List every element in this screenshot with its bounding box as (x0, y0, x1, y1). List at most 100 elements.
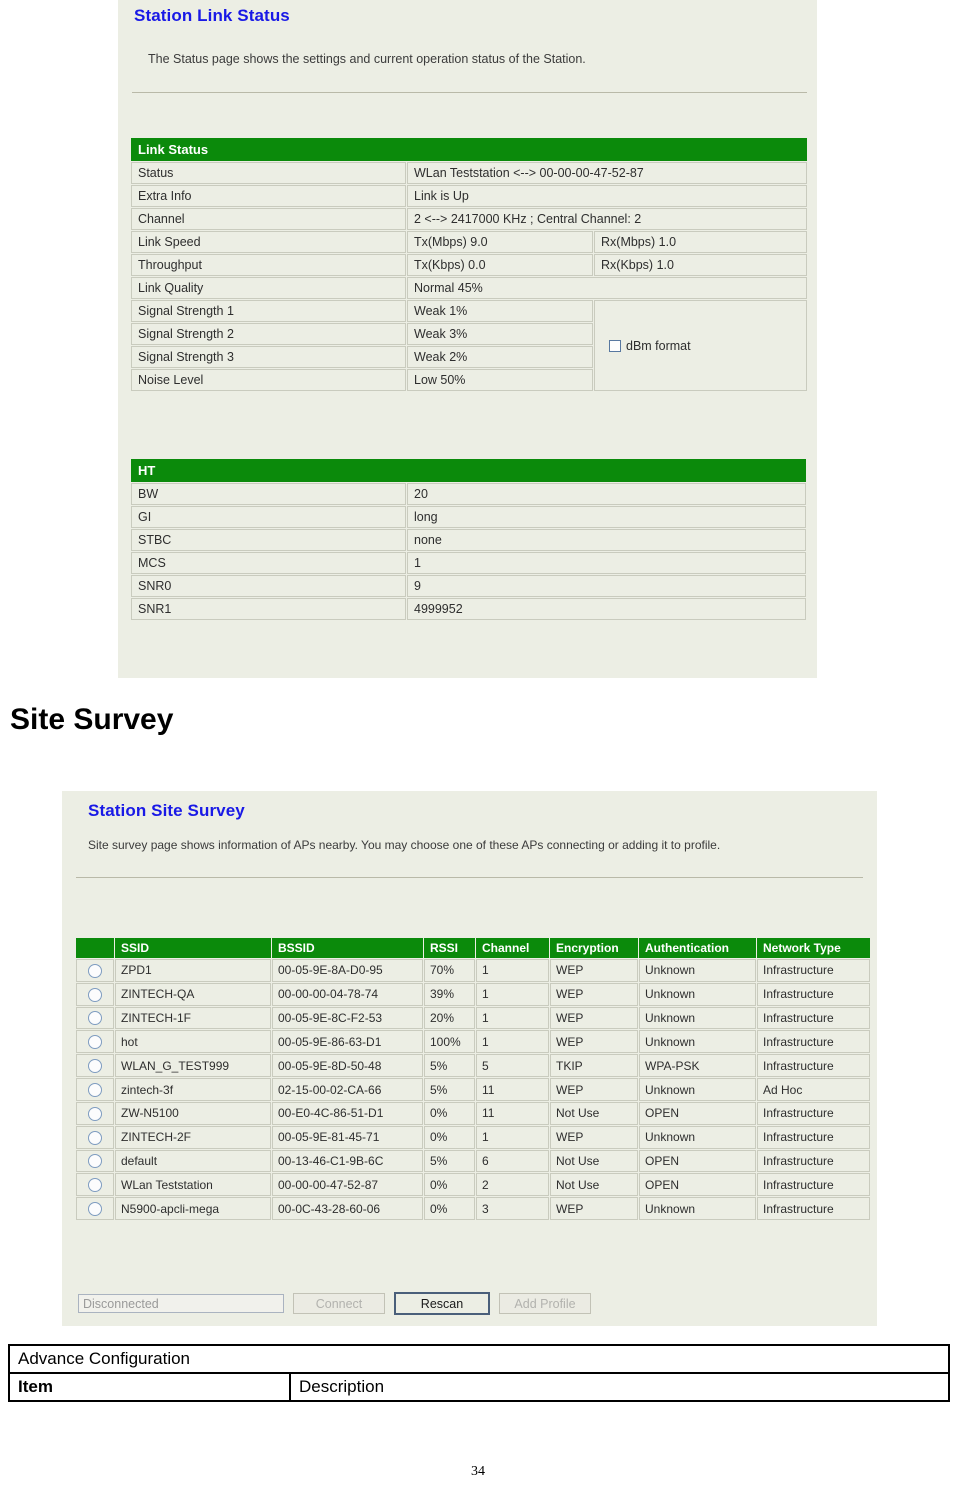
cell-network-type: Infrastructure (757, 1173, 870, 1197)
cell-encryption: WEP (550, 959, 638, 982)
connection-status-field[interactable]: Disconnected (78, 1294, 284, 1313)
rescan-button[interactable]: Rescan (394, 1292, 490, 1315)
table-row[interactable]: WLAN_G_TEST999 00-05-9E-8D-50-48 5% 5 TK… (76, 1054, 870, 1078)
table-row[interactable]: default 00-13-46-C1-9B-6C 5% 6 Not Use O… (76, 1149, 870, 1173)
table-header-row: Item Description (8, 1372, 951, 1402)
row-label: Channel (131, 208, 406, 230)
ap-select-radio-cell[interactable] (76, 1054, 114, 1078)
site-survey-heading: Site Survey (10, 703, 174, 736)
cell-ssid: N5900-apcli-mega (115, 1197, 271, 1221)
ht-table: HT BW 20 GI long STBC none MCS 1 SNR0 9 … (130, 458, 807, 621)
table-row: Throughput Tx(Kbps) 0.0 Rx(Kbps) 1.0 (131, 254, 807, 276)
radio-icon[interactable] (88, 1202, 102, 1217)
ap-select-radio-cell[interactable] (76, 1173, 114, 1197)
column-header-ssid: SSID (115, 938, 271, 958)
column-header-network-type: Network Type (757, 938, 870, 958)
ap-select-radio-cell[interactable] (76, 959, 114, 982)
ap-select-radio-cell[interactable] (76, 1149, 114, 1173)
station-site-survey-panel: Station Site Survey Site survey page sho… (62, 791, 877, 1326)
link-status-title-wrap: Station Link Status (118, 0, 817, 26)
radio-icon[interactable] (88, 1059, 102, 1074)
table-row[interactable]: ZPD1 00-05-9E-8A-D0-95 70% 1 WEP Unknown… (76, 959, 870, 982)
cell-authentication: Unknown (639, 1197, 756, 1221)
ap-select-radio-cell[interactable] (76, 1078, 114, 1101)
radio-icon[interactable] (88, 1035, 102, 1050)
cell-network-type: Infrastructure (757, 1054, 870, 1078)
table-row[interactable]: N5900-apcli-mega 00-0C-43-28-60-06 0% 3 … (76, 1197, 870, 1221)
radio-icon[interactable] (88, 987, 102, 1002)
row-value: long (407, 506, 806, 528)
site-survey-action-bar: Disconnected Connect Rescan Add Profile (78, 1292, 591, 1315)
ap-select-radio-cell[interactable] (76, 1197, 114, 1221)
table-row[interactable]: ZINTECH-1F 00-05-9E-8C-F2-53 20% 1 WEP U… (76, 1006, 870, 1030)
ap-select-radio-cell[interactable] (76, 1030, 114, 1054)
table-row: Status WLan Teststation <--> 00-00-00-47… (131, 162, 807, 184)
cell-network-type: Infrastructure (757, 1149, 870, 1173)
add-profile-button[interactable]: Add Profile (499, 1293, 591, 1314)
row-label: Status (131, 162, 406, 184)
row-value-rx: Rx(Kbps) 1.0 (594, 254, 807, 276)
row-value: Low 50% (407, 369, 593, 391)
site-survey-table: SSID BSSID RSSI Channel Encryption Authe… (75, 937, 871, 1221)
cell-network-type: Infrastructure (757, 1197, 870, 1221)
ap-select-radio-cell[interactable] (76, 1101, 114, 1125)
cell-authentication: Unknown (639, 1030, 756, 1054)
site-survey-title: Station Site Survey (88, 801, 245, 820)
row-value: 20 (407, 483, 806, 505)
row-label: SNR0 (131, 575, 406, 597)
table-row[interactable]: zintech-3f 02-15-00-02-CA-66 5% 11 WEP U… (76, 1078, 870, 1101)
cell-bssid: 00-05-9E-86-63-D1 (272, 1030, 423, 1054)
station-link-status-panel: Station Link Status The Status page show… (118, 0, 817, 678)
row-label: SNR1 (131, 598, 406, 620)
cell-ssid: ZINTECH-2F (115, 1125, 271, 1149)
divider (76, 877, 863, 878)
cell-bssid: 00-0C-43-28-60-06 (272, 1197, 423, 1221)
advance-configuration-title: Advance Configuration (7, 1344, 951, 1374)
radio-icon[interactable] (88, 1106, 102, 1121)
row-value-tx: Tx(Mbps) 9.0 (407, 231, 593, 253)
cell-encryption: TKIP (550, 1054, 638, 1078)
cell-encryption: WEP (550, 1125, 638, 1149)
dbm-format-checkbox[interactable] (609, 339, 621, 352)
table-row[interactable]: ZINTECH-2F 00-05-9E-81-45-71 0% 1 WEP Un… (76, 1125, 870, 1149)
table-row: SNR1 4999952 (131, 598, 806, 620)
radio-icon[interactable] (88, 1082, 102, 1097)
cell-network-type: Infrastructure (757, 1101, 870, 1125)
table-row[interactable]: hot 00-05-9E-86-63-D1 100% 1 WEP Unknown… (76, 1030, 870, 1054)
ap-select-radio-cell[interactable] (76, 1125, 114, 1149)
radio-icon[interactable] (88, 1011, 102, 1026)
radio-icon[interactable] (88, 1178, 102, 1193)
table-row[interactable]: WLan Teststation 00-00-00-47-52-87 0% 2 … (76, 1173, 870, 1197)
ap-select-radio-cell[interactable] (76, 982, 114, 1006)
cell-network-type: Infrastructure (757, 1125, 870, 1149)
radio-icon[interactable] (88, 1154, 102, 1169)
radio-icon[interactable] (88, 963, 102, 978)
cell-bssid: 00-05-9E-8C-F2-53 (272, 1006, 423, 1030)
dbm-format-control[interactable]: dBm format (601, 339, 800, 353)
cell-authentication: Unknown (639, 959, 756, 982)
radio-icon[interactable] (88, 1130, 102, 1145)
table-row[interactable]: ZINTECH-QA 00-00-00-04-78-74 39% 1 WEP U… (76, 982, 870, 1006)
table-row: Extra Info Link is Up (131, 185, 807, 207)
cell-ssid: ZINTECH-QA (115, 982, 271, 1006)
cell-network-type: Infrastructure (757, 982, 870, 1006)
table-row[interactable]: ZW-N5100 00-E0-4C-86-51-D1 0% 11 Not Use… (76, 1101, 870, 1125)
cell-channel: 11 (476, 1078, 549, 1101)
link-status-table: Link Status Status WLan Teststation <-->… (130, 137, 808, 392)
page-number: 34 (471, 1464, 485, 1479)
cell-authentication: OPEN (639, 1173, 756, 1197)
cell-rssi: 0% (424, 1125, 475, 1149)
ap-select-radio-cell[interactable] (76, 1006, 114, 1030)
site-survey-table-body: ZPD1 00-05-9E-8A-D0-95 70% 1 WEP Unknown… (76, 959, 870, 1221)
cell-encryption: Not Use (550, 1101, 638, 1125)
row-label: Signal Strength 3 (131, 346, 406, 368)
cell-bssid: 02-15-00-02-CA-66 (272, 1078, 423, 1101)
cell-network-type: Ad Hoc (757, 1078, 870, 1101)
column-header-channel: Channel (476, 938, 549, 958)
cell-ssid: zintech-3f (115, 1078, 271, 1101)
row-label: MCS (131, 552, 406, 574)
cell-encryption: WEP (550, 1030, 638, 1054)
connect-button[interactable]: Connect (293, 1293, 385, 1314)
row-label: STBC (131, 529, 406, 551)
cell-network-type: Infrastructure (757, 959, 870, 982)
